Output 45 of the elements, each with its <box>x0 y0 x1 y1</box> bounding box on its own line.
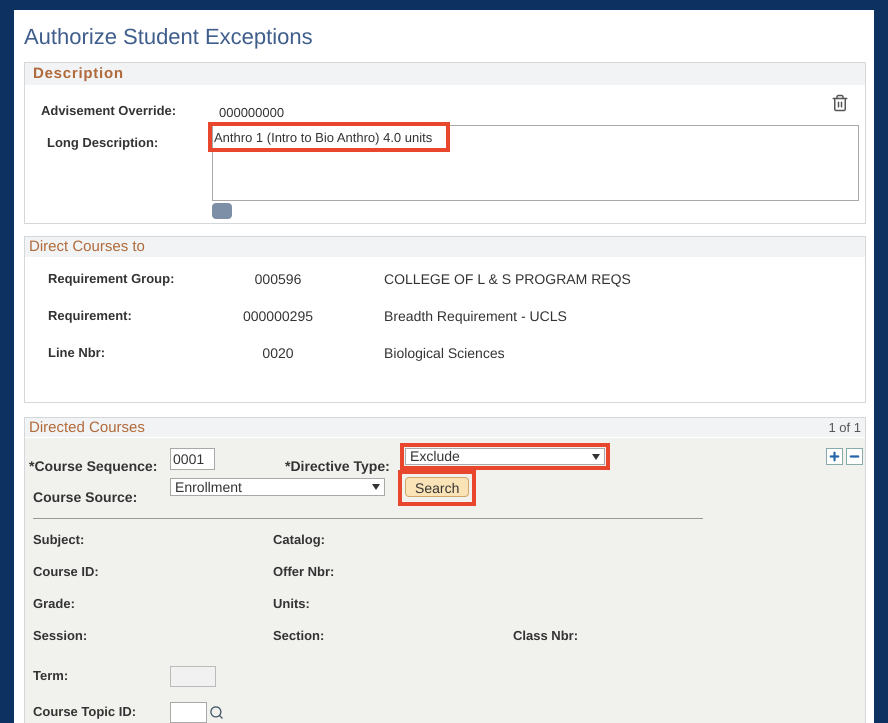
delete-row-button[interactable] <box>846 448 863 465</box>
search-icon[interactable] <box>209 704 224 720</box>
field-label: Advisement Override: <box>41 102 176 120</box>
field-value: Biological Sciences <box>384 344 505 363</box>
dropdown-arrow-icon <box>372 484 380 490</box>
directive-type-dropdown[interactable]: Exclude <box>405 448 605 465</box>
dropdown-arrow-icon <box>592 454 600 460</box>
plus-icon <box>828 450 841 463</box>
field-label: *Directive Type: <box>285 457 390 476</box>
row-counter: 1 of 1 <box>828 419 861 437</box>
field-value: Breadth Requirement - UCLS <box>384 307 567 326</box>
field-label: Grade: <box>33 595 76 613</box>
field-label: Course Topic ID: <box>33 703 138 722</box>
field-label: Course ID: <box>33 563 100 581</box>
field-label: Catalog: <box>273 531 326 549</box>
delete-icon[interactable] <box>831 93 849 113</box>
field-label: Course Source: <box>33 488 138 507</box>
field-value: 000596 <box>254 270 302 289</box>
course-source-dropdown[interactable]: Enrollment <box>170 478 385 496</box>
field-label: Term: <box>33 667 70 686</box>
section-title: Directed Courses <box>29 418 145 437</box>
add-row-button[interactable] <box>826 448 843 465</box>
field-label: Offer Nbr: <box>273 563 336 581</box>
page-title: Authorize Student Exceptions <box>24 23 314 51</box>
field-label: Long Description: <box>47 134 158 152</box>
section-title: Description <box>25 63 865 85</box>
search-button[interactable]: Search <box>405 477 470 497</box>
field-value: COLLEGE OF L & S PROGRAM REQS <box>384 270 631 289</box>
field-value: 000000295 <box>242 307 314 326</box>
field-label: Requirement Group: <box>48 270 176 288</box>
field-label: Section: <box>273 627 326 645</box>
field-label: Subject: <box>33 531 86 549</box>
field-label: Session: <box>33 627 88 645</box>
field-value: 0020 <box>261 344 295 363</box>
field-label: Units: <box>273 595 311 613</box>
section-title: Direct Courses to <box>25 237 865 257</box>
field-label: Class Nbr: <box>513 627 578 645</box>
field-value: 000000000 <box>219 104 284 122</box>
field-value: Anthro 1 (Intro to Bio Anthro) 4.0 units <box>214 130 434 145</box>
field-label: *Course Sequence: <box>29 457 158 476</box>
course-topic-id-field[interactable] <box>170 702 207 722</box>
field-label: Requirement: <box>48 307 133 325</box>
field-label: Line Nbr: <box>48 344 106 362</box>
course-sequence-field[interactable]: 0001 <box>170 448 215 470</box>
term-field <box>170 666 216 686</box>
